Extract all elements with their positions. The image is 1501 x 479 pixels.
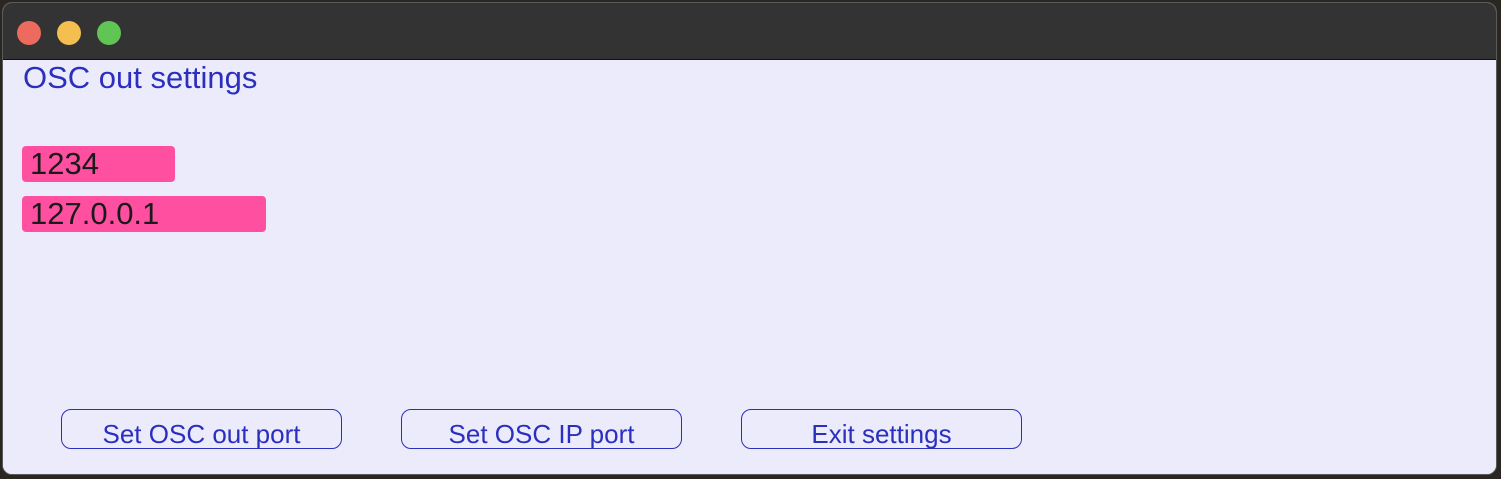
set-osc-out-port-button[interactable]: Set OSC out port — [61, 409, 342, 449]
osc-ip-address-field[interactable]: 127.0.0.1 — [22, 196, 266, 232]
zoom-window-icon[interactable] — [97, 21, 121, 45]
exit-settings-button[interactable]: Exit settings — [741, 409, 1022, 449]
osc-out-port-field[interactable]: 1234 — [22, 146, 175, 182]
settings-panel: OSC out settings 1234 127.0.0.1 Set OSC … — [3, 60, 1496, 474]
panel-title: OSC out settings — [23, 60, 258, 95]
app-window: OSC out settings 1234 127.0.0.1 Set OSC … — [2, 2, 1497, 475]
set-osc-ip-port-button[interactable]: Set OSC IP port — [401, 409, 682, 449]
minimize-window-icon[interactable] — [57, 21, 81, 45]
close-window-icon[interactable] — [17, 21, 41, 45]
title-bar — [3, 3, 1496, 60]
